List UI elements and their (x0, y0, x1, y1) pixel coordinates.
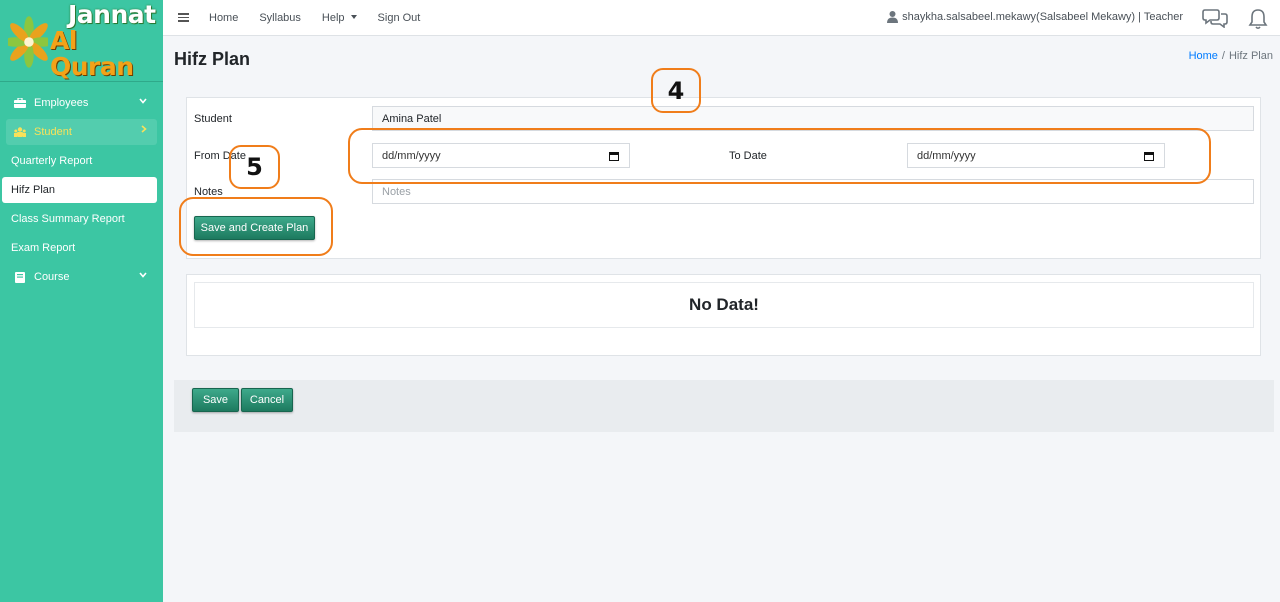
nav-link-help[interactable]: Help (322, 12, 357, 24)
breadcrumb-current: Hifz Plan (1228, 50, 1273, 62)
footer-action-bar: Save Cancel (174, 380, 1274, 432)
nav-link-sign-out[interactable]: Sign Out (378, 12, 421, 24)
brand-line1: Jannat (68, 0, 156, 29)
sidebar-item-course[interactable]: Course (6, 264, 157, 290)
nav-link-syllabus[interactable]: Syllabus (259, 12, 301, 24)
sidebar-item-label: Hifz Plan (11, 184, 56, 196)
sidebar-nav: Employees Student Quarterly Report Hifz … (0, 82, 163, 290)
student-label: Student (194, 113, 232, 125)
brand-line2: Al Quran (50, 25, 134, 81)
breadcrumb-separator: / (1221, 50, 1225, 62)
sidebar-item-hifz-plan[interactable]: Hifz Plan (2, 177, 157, 203)
annotation-number-5: 5 (246, 153, 263, 181)
nav-link-help-label: Help (321, 11, 345, 24)
logo-flower-icon (8, 15, 48, 68)
user-name: shaykha.salsabeel.mekawy(Salsabeel Mekaw… (902, 11, 1183, 23)
chevron-right-icon (141, 125, 147, 135)
brand-logo[interactable]: Jannat Al Quran (0, 0, 163, 82)
chat-icon[interactable] (1202, 8, 1228, 28)
sidebar-item-student[interactable]: Student (6, 119, 157, 145)
user-info[interactable]: shaykha.salsabeel.mekawy(Salsabeel Mekaw… (887, 11, 1183, 23)
briefcase-icon (14, 98, 26, 109)
sidebar-item-quarterly-report[interactable]: Quarterly Report (2, 148, 157, 174)
cancel-button[interactable]: Cancel (241, 388, 293, 412)
top-navbar: Home Syllabus Help Sign Out shaykha.sals… (163, 0, 1280, 36)
annotation-number-4: 4 (667, 76, 685, 105)
save-button[interactable]: Save (192, 388, 239, 412)
brand-text: Jannat Al Quran (50, 0, 163, 81)
users-icon (14, 127, 26, 138)
sidebar-item-label: Employees (34, 97, 89, 109)
chevron-down-icon (139, 270, 147, 280)
chevron-down-icon (139, 96, 147, 106)
sidebar-item-exam-report[interactable]: Exam Report (2, 235, 157, 261)
caret-down-icon (350, 14, 357, 19)
empty-state-text: No Data! (194, 282, 1254, 328)
hamburger-menu-icon[interactable] (178, 13, 189, 22)
sidebar-item-class-summary-report[interactable]: Class Summary Report (2, 206, 157, 232)
annotation-date-range-outline (348, 128, 1211, 184)
page-title: Hifz Plan (174, 49, 251, 69)
breadcrumb: Home / Hifz Plan (1189, 50, 1273, 62)
sidebar-item-label: Exam Report (11, 242, 76, 254)
book-icon (14, 271, 26, 283)
breadcrumb-home-link[interactable]: Home (1189, 50, 1218, 62)
sidebar-item-label: Quarterly Report (11, 155, 93, 167)
hifz-plan-table-card: No Data! (186, 274, 1261, 356)
sidebar-item-label: Course (34, 271, 70, 283)
sidebar: Jannat Al Quran Employees Student Quarte… (0, 0, 163, 602)
sidebar-item-label: Student (34, 126, 72, 138)
notes-placeholder: Notes (382, 186, 411, 198)
sidebar-item-label: Class Summary Report (11, 213, 125, 225)
bell-icon[interactable] (1248, 8, 1268, 30)
user-icon (887, 11, 899, 23)
sidebar-item-employees[interactable]: Employees (6, 90, 157, 116)
nav-link-home[interactable]: Home (209, 12, 238, 24)
annotation-create-button-outline (179, 197, 333, 256)
